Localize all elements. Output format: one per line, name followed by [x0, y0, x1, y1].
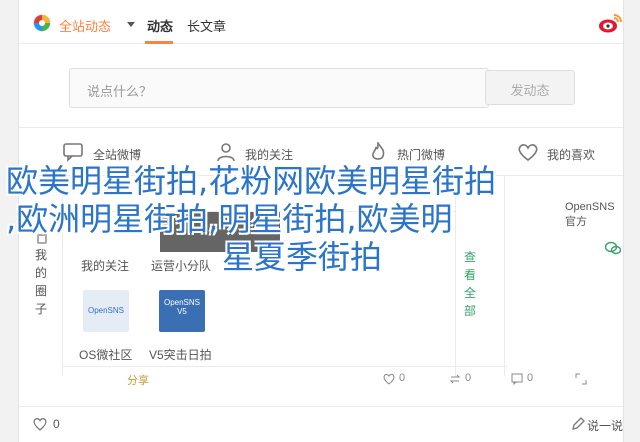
heart-outline-icon[interactable] — [33, 417, 47, 431]
like-count: 0 — [399, 372, 406, 384]
heart-icon — [518, 144, 538, 162]
post-button-label: 发动态 — [510, 83, 550, 98]
flame-icon — [372, 142, 385, 160]
repost-icon[interactable] — [449, 373, 461, 385]
opensns-tile-label: OpenSNS — [87, 306, 125, 315]
share-label[interactable]: 分享 — [127, 372, 149, 388]
opensns-v5-tile-label: OpenSNS V5 — [163, 298, 201, 316]
comment-icon[interactable] — [511, 373, 523, 385]
filter-hot-weibo[interactable]: 热门微博 — [367, 142, 487, 162]
edit-icon[interactable] — [571, 417, 585, 431]
filter-my-likes-label: 我的喜欢 — [547, 148, 596, 162]
opensns-tile[interactable]: OpenSNS — [83, 290, 129, 332]
post-input-placeholder: 说点什么？ — [87, 84, 153, 99]
top-bar: 全站动态 动态 长文章 — [19, 0, 623, 44]
overlay-headline: 欧美明星街拍,花粉网欧美明星街拍 ,欧洲明星街拍,明星街拍,欧美明 星夏季街拍 — [6, 162, 626, 276]
comment-count: 0 — [527, 372, 534, 384]
repost-count: 0 — [465, 372, 472, 384]
headline-line-2: ,欧洲明星街拍,明星街拍,欧美明 — [6, 200, 453, 238]
post-button[interactable]: 发动态 — [485, 70, 575, 105]
circle-v5-assault[interactable]: V5突击日拍 — [149, 346, 212, 363]
opensns-v5-tile[interactable]: OpenSNS V5 — [159, 290, 205, 332]
like-icon[interactable] — [383, 373, 395, 385]
filter-my-follow-label: 我的关注 — [245, 148, 294, 162]
chat-icon — [63, 143, 83, 162]
expand-icon[interactable] — [575, 373, 587, 385]
footer-like-count: 0 — [53, 417, 60, 431]
headline-line-1: 欧美明星街拍,花粉网欧美明星街拍 — [6, 162, 497, 200]
filter-my-likes[interactable]: 我的喜欢 — [517, 142, 617, 162]
post-footer: 0 说一说 — [19, 406, 623, 442]
filter-all-weibo[interactable]: 全站微博 — [63, 142, 183, 162]
composer: 说点什么？ 发动态 — [19, 44, 623, 128]
filter-my-follow[interactable]: 我的关注 — [215, 142, 335, 162]
tab-feed[interactable]: 动态 — [147, 16, 173, 35]
chevron-down-icon[interactable] — [127, 22, 135, 27]
weibo-icon[interactable] — [597, 12, 623, 34]
post-input[interactable]: 说点什么？ — [69, 68, 489, 108]
site-logo-icon — [33, 14, 51, 32]
person-icon — [217, 143, 235, 162]
filter-all-weibo-label: 全站微博 — [93, 148, 142, 162]
tab-long-article[interactable]: 长文章 — [187, 16, 226, 35]
headline-line-3: 星夏季街拍 — [222, 238, 383, 276]
scope-selector[interactable]: 全站动态 — [59, 16, 111, 35]
footer-comment-link[interactable]: 说一说 — [587, 417, 623, 434]
circle-os-community[interactable]: OS微社区 — [79, 346, 132, 363]
filter-hot-weibo-label: 热门微博 — [397, 148, 446, 162]
